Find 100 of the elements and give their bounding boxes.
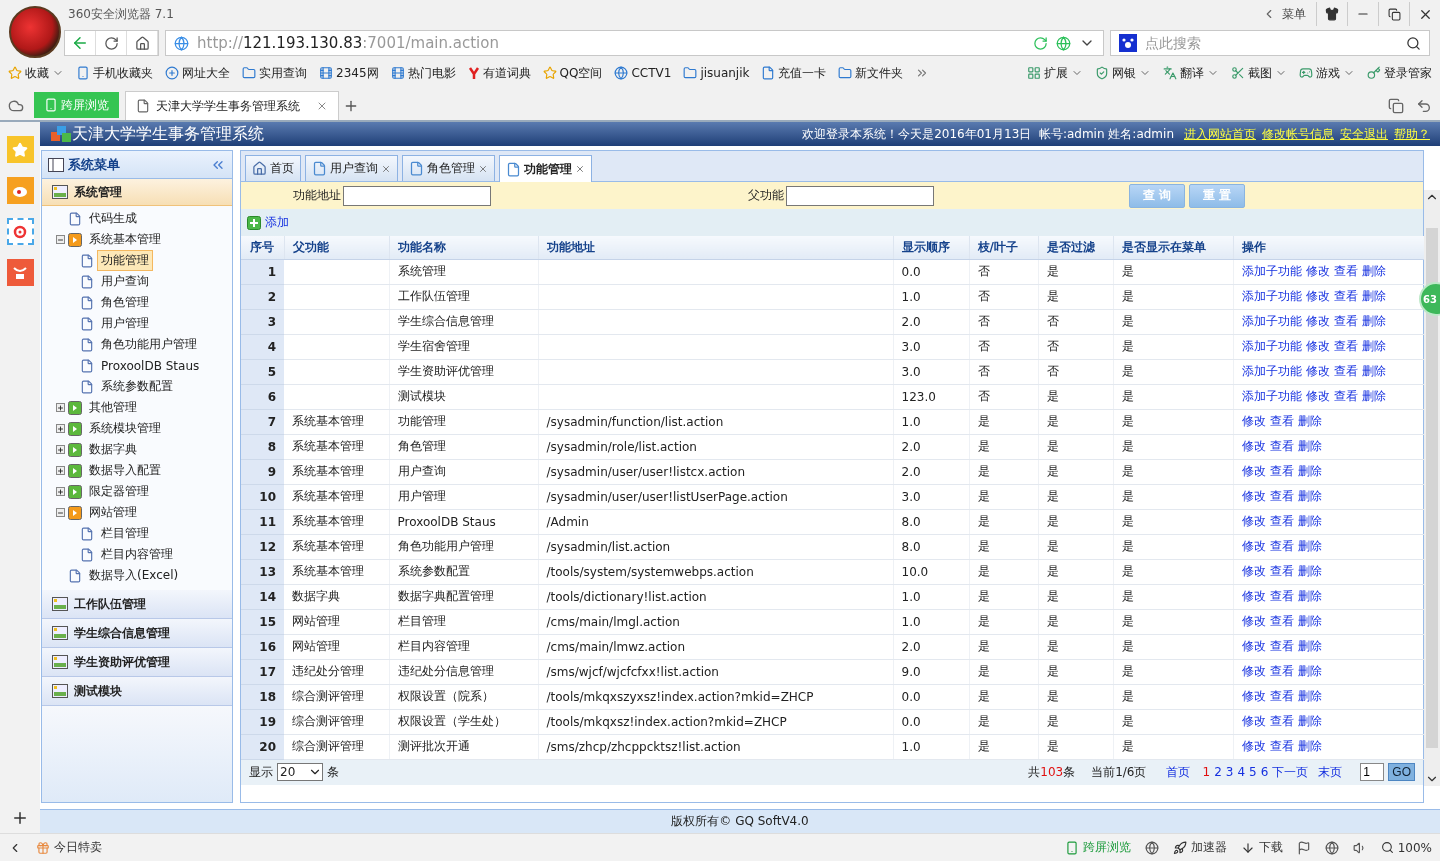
action-link[interactable]: 删除 xyxy=(1361,389,1386,403)
close-icon[interactable] xyxy=(575,164,585,174)
action-link[interactable]: 删除 xyxy=(1297,414,1322,428)
action-link[interactable]: 修改 xyxy=(1241,539,1266,553)
toolbar-item[interactable]: 网银 xyxy=(1095,64,1151,82)
close-icon[interactable] xyxy=(478,163,488,174)
bookmark[interactable]: CCTV1 xyxy=(614,66,672,80)
tree-folder[interactable]: 其他管理 xyxy=(85,397,141,418)
action-link[interactable]: 删除 xyxy=(1297,714,1322,728)
header-link[interactable]: 进入网站首页 xyxy=(1184,125,1256,143)
tree-toggle[interactable] xyxy=(56,235,65,244)
action-link[interactable]: 查看 xyxy=(1269,414,1294,428)
toolbar-item[interactable]: 游戏 xyxy=(1299,64,1355,82)
close-icon[interactable] xyxy=(381,163,391,174)
tree-toggle[interactable] xyxy=(56,445,65,454)
action-link[interactable]: 查看 xyxy=(1333,314,1358,328)
action-link[interactable]: 删除 xyxy=(1361,314,1386,328)
shopping-bag-icon[interactable] xyxy=(6,259,34,286)
action-link[interactable]: 修改 xyxy=(1241,614,1266,628)
tree-toggle[interactable] xyxy=(56,424,65,433)
bookmark[interactable]: QQ空间 xyxy=(542,64,603,82)
first-page-link[interactable]: 首页 xyxy=(1166,763,1191,781)
status-item[interactable]: 加速器 xyxy=(1172,839,1227,856)
tree-item[interactable]: 栏目管理 xyxy=(97,523,153,544)
action-link[interactable]: 修改 xyxy=(1241,489,1266,503)
action-link[interactable]: 查看 xyxy=(1269,514,1294,528)
action-link[interactable]: 查看 xyxy=(1269,739,1294,753)
toolbar-item[interactable]: 扩展 xyxy=(1027,64,1083,82)
action-link[interactable]: 查看 xyxy=(1333,264,1358,278)
bookmark[interactable]: 热门电影 xyxy=(390,64,456,82)
action-link[interactable]: 删除 xyxy=(1297,539,1322,553)
action-link[interactable]: 修改 xyxy=(1241,639,1266,653)
paw-icon[interactable] xyxy=(1119,34,1137,52)
page-link[interactable]: 3 xyxy=(1225,765,1234,779)
action-link[interactable]: 查看 xyxy=(1333,389,1358,403)
action-link[interactable]: 删除 xyxy=(1361,289,1386,303)
action-link[interactable]: 修改 xyxy=(1305,264,1330,278)
action-link[interactable]: 查看 xyxy=(1269,464,1294,478)
action-link[interactable]: 修改 xyxy=(1305,364,1330,378)
flag-icon[interactable] xyxy=(1296,840,1311,855)
menu-section[interactable]: 学生资助评优管理 xyxy=(42,648,232,677)
tree-folder[interactable]: 数据字典 xyxy=(85,439,141,460)
tree-folder[interactable]: 系统模块管理 xyxy=(85,418,165,439)
action-link[interactable]: 修改 xyxy=(1241,439,1266,453)
tree-item[interactable]: ProxoolDB Staus xyxy=(97,356,204,375)
bookmark[interactable]: 有道词典 xyxy=(467,64,531,82)
action-link[interactable]: 查看 xyxy=(1269,614,1294,628)
bookmark[interactable]: 网址大全 xyxy=(165,64,230,82)
tree-toggle[interactable] xyxy=(56,487,65,496)
action-link[interactable]: 查看 xyxy=(1333,364,1358,378)
tree-folder[interactable]: 网站管理 xyxy=(85,502,141,523)
bookmark[interactable]: 2345网 xyxy=(319,64,379,82)
action-link[interactable]: 删除 xyxy=(1297,464,1322,478)
last-page-link[interactable]: 末页 xyxy=(1318,763,1343,781)
action-link[interactable]: 添加子功能 xyxy=(1241,364,1302,378)
bookmark[interactable]: jisuanjik xyxy=(683,66,750,80)
page-tab[interactable]: 首页 xyxy=(245,155,301,181)
page-link[interactable]: 2 xyxy=(1214,765,1222,779)
tree-folder[interactable]: 限定器管理 xyxy=(85,481,153,502)
tree-item[interactable]: 角色管理 xyxy=(97,292,153,313)
input-field[interactable] xyxy=(786,185,934,206)
input-field[interactable] xyxy=(343,185,491,206)
next-page-link[interactable]: 下一页 xyxy=(1272,763,1309,781)
tree-item[interactable]: 用户查询 xyxy=(97,271,153,292)
menu-section[interactable]: 学生综合信息管理 xyxy=(42,619,232,648)
tree-item[interactable]: 用户管理 xyxy=(97,313,153,334)
browser-mode-icon[interactable] xyxy=(1144,840,1159,855)
tree-toggle[interactable] xyxy=(56,466,65,475)
action-link[interactable]: 修改 xyxy=(1241,689,1266,703)
menu-section[interactable]: 系统管理 xyxy=(42,179,232,206)
bookmark[interactable]: 手机收藏夹 xyxy=(76,64,153,82)
action-link[interactable]: 删除 xyxy=(1297,664,1322,678)
page-link[interactable]: 1 xyxy=(1202,765,1211,779)
action-link[interactable]: 查看 xyxy=(1269,689,1294,703)
page-tab[interactable]: 角色管理 xyxy=(402,155,495,181)
action-link[interactable]: 删除 xyxy=(1297,639,1322,653)
action-link[interactable]: 删除 xyxy=(1297,589,1322,603)
action-link[interactable]: 修改 xyxy=(1305,289,1330,303)
tree-item[interactable]: 功能管理 xyxy=(97,250,153,271)
tree-toggle[interactable] xyxy=(56,403,65,412)
search-field[interactable]: 点此搜索 xyxy=(1143,34,1400,52)
header-link[interactable]: 安全退出 xyxy=(1340,125,1388,143)
page-link[interactable]: 4 xyxy=(1237,765,1246,779)
toolbar-item[interactable]: 截图 xyxy=(1231,64,1287,82)
action-link[interactable]: 修改 xyxy=(1241,664,1266,678)
action-link[interactable]: 修改 xyxy=(1305,314,1330,328)
action-link[interactable]: 删除 xyxy=(1361,264,1386,278)
action-link[interactable]: 查看 xyxy=(1269,639,1294,653)
action-link[interactable]: 查看 xyxy=(1269,714,1294,728)
menu-section[interactable]: 测试模块 xyxy=(42,677,232,706)
action-link[interactable]: 添加子功能 xyxy=(1241,289,1302,303)
browser-tab[interactable]: 天津大学学生事务管理系统 xyxy=(125,91,339,120)
action-link[interactable]: 查看 xyxy=(1269,564,1294,578)
action-link[interactable]: 修改 xyxy=(1241,564,1266,578)
action-link[interactable]: 删除 xyxy=(1361,339,1386,353)
tree-toggle[interactable] xyxy=(56,508,65,517)
status-item[interactable]: 下载 xyxy=(1240,839,1283,856)
action-link[interactable]: 修改 xyxy=(1305,339,1330,353)
action-link[interactable]: 添加子功能 xyxy=(1241,339,1302,353)
new-tab-icon[interactable] xyxy=(343,98,359,114)
